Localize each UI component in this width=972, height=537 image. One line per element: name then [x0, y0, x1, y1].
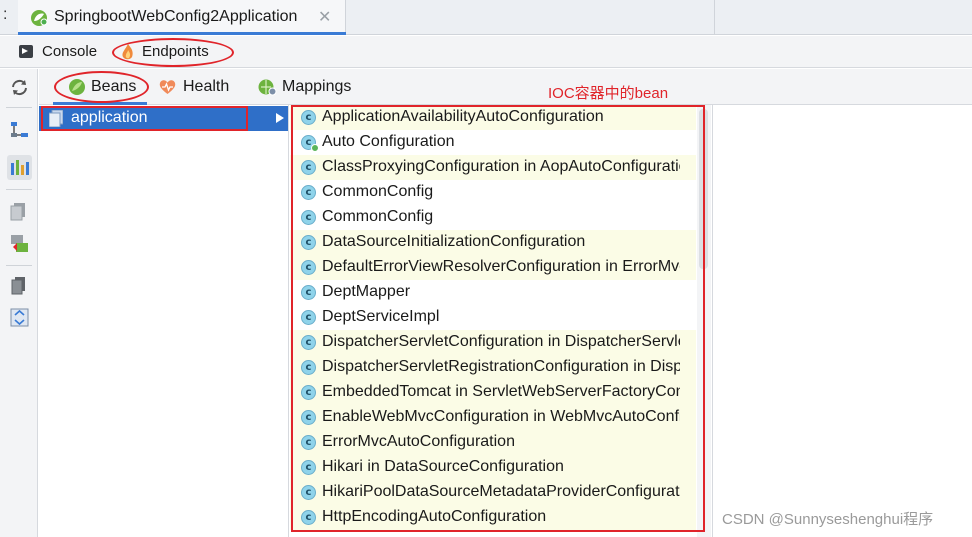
left-toolbar [0, 69, 38, 537]
expand-icon[interactable] [7, 305, 32, 330]
chevron-right-icon [276, 113, 284, 123]
toolbar-separator [6, 189, 32, 190]
active-tab-indicator [18, 32, 346, 35]
ioc-annotation: IOC容器中的bean [548, 85, 669, 102]
refresh-icon[interactable] [7, 75, 32, 100]
chart-icon[interactable] [7, 155, 32, 180]
close-icon[interactable]: ✕ [318, 7, 331, 27]
watermark: CSDN @Sunnyseshenghui程序 [722, 511, 934, 528]
application-highlight-box [41, 106, 248, 131]
mappings-icon [258, 79, 277, 96]
document-icon[interactable] [7, 273, 32, 298]
tab-label: SpringbootWebConfig2Application [54, 8, 298, 25]
health-icon [159, 80, 176, 94]
tab-strip-prefix: : [3, 6, 8, 23]
endpoint-tabs: Beans Health Mappings [39, 69, 972, 105]
bean-list-highlight-box [291, 105, 705, 532]
console-icon [19, 45, 33, 58]
tab-mappings[interactable]: Mappings [282, 78, 351, 96]
diagram-icon[interactable] [7, 117, 32, 142]
toolbar-separator [6, 265, 32, 266]
spring-boot-icon [31, 10, 48, 26]
bean-details-pane [712, 105, 972, 537]
copy-icon[interactable] [7, 199, 32, 224]
tab-strip-divider [714, 0, 715, 35]
endpoints-highlight-ellipse [112, 38, 234, 67]
beans-highlight-ellipse [54, 71, 149, 103]
compare-icon[interactable] [7, 231, 32, 256]
editor-tab-strip: : SpringbootWebConfig2Application ✕ [0, 0, 972, 35]
context-tree: application [39, 105, 289, 537]
tab-run-configuration[interactable]: SpringbootWebConfig2Application ✕ [18, 0, 346, 35]
tab-console[interactable]: Console [42, 43, 97, 60]
tab-health[interactable]: Health [183, 78, 229, 96]
toolbar-separator [6, 107, 32, 108]
